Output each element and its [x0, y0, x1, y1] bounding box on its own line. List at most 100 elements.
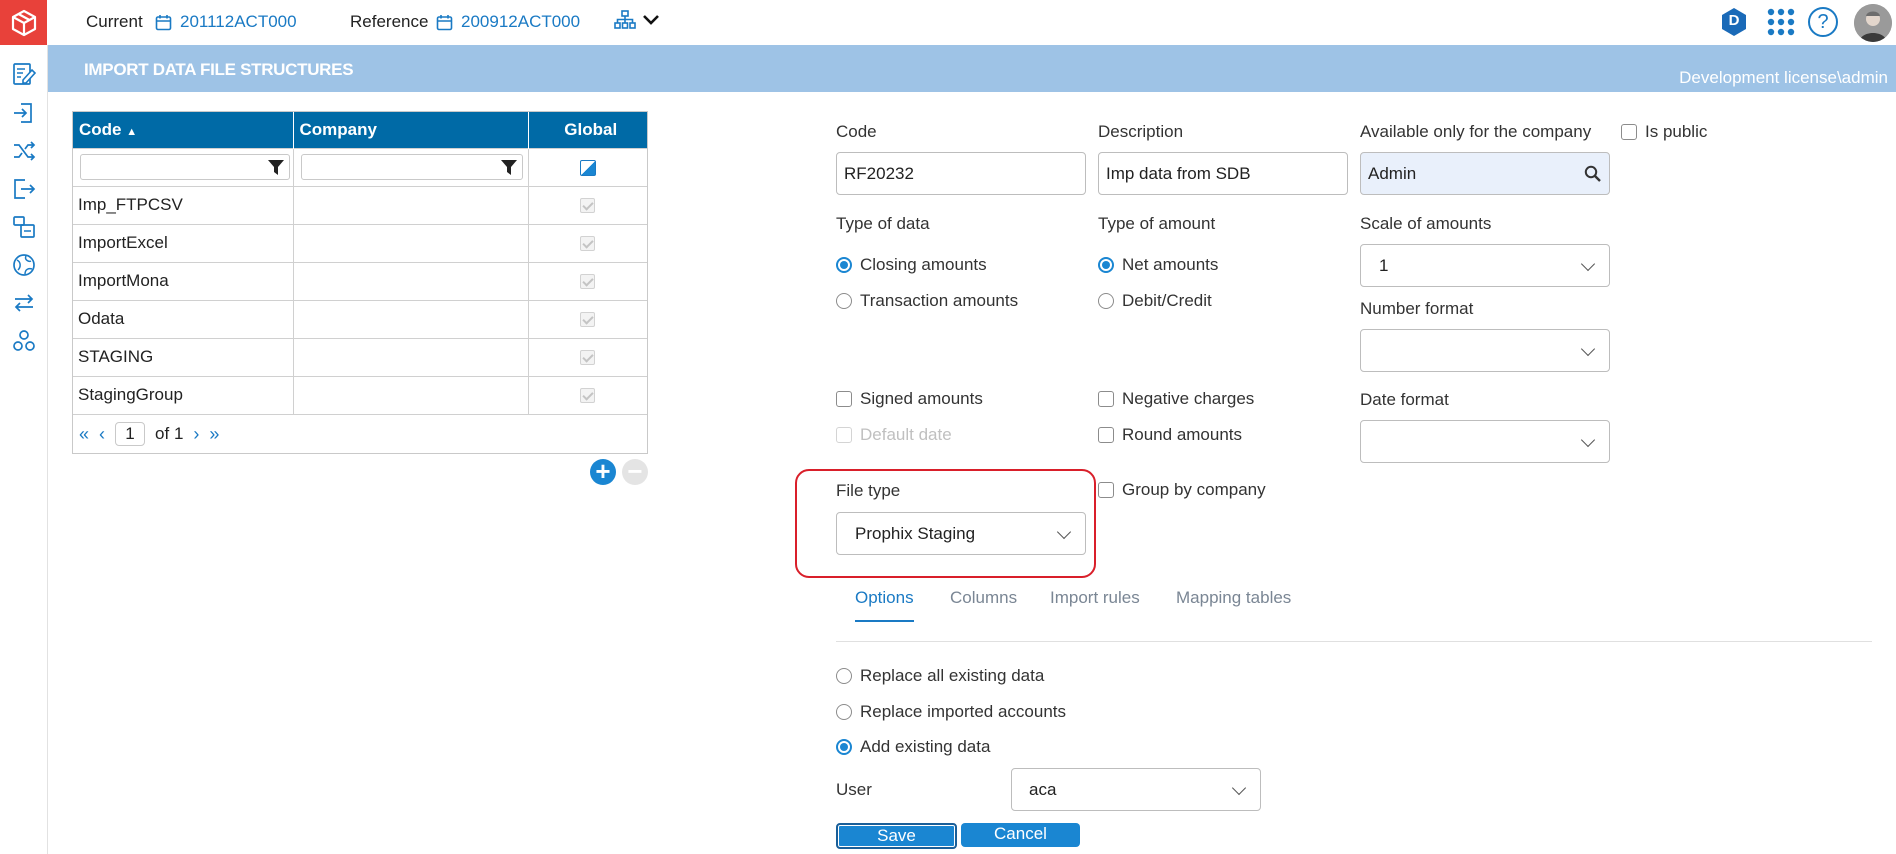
round-amounts-checkbox[interactable] — [1098, 427, 1114, 443]
company-search-input[interactable]: Admin — [1360, 152, 1610, 195]
column-header-global[interactable]: Global — [528, 112, 647, 148]
negative-charges-checkbox[interactable] — [1098, 391, 1114, 407]
column-header-code[interactable]: Code ▲ — [73, 112, 294, 148]
save-button[interactable]: Save — [836, 823, 957, 849]
import-icon[interactable] — [12, 101, 36, 125]
scale-value: 1 — [1379, 256, 1389, 275]
number-format-label: Number format — [1360, 299, 1474, 318]
column-header-company[interactable]: Company — [293, 112, 529, 148]
replace-all-option[interactable]: Replace all existing data — [836, 666, 1044, 686]
debit-credit-radio[interactable] — [1098, 293, 1114, 309]
current-period-link[interactable]: 201112ACT000 — [155, 12, 297, 32]
add-existing-radio[interactable] — [836, 739, 852, 755]
transaction-amounts-radio[interactable] — [836, 293, 852, 309]
debit-credit-option[interactable]: Debit/Credit — [1098, 291, 1212, 311]
default-date-option: Default date — [836, 425, 952, 445]
user-avatar[interactable] — [1854, 4, 1892, 42]
replace-all-radio[interactable] — [836, 668, 852, 684]
replace-imported-radio[interactable] — [836, 704, 852, 720]
table-row[interactable]: ImportMona — [73, 261, 647, 300]
row-global-checkbox — [580, 236, 596, 252]
closing-amounts-option[interactable]: Closing amounts — [836, 255, 987, 275]
group-by-company-option[interactable]: Group by company — [1098, 480, 1266, 500]
column-header-code-label: Code — [79, 119, 122, 139]
tab-columns[interactable]: Columns — [950, 588, 1017, 608]
next-page-icon[interactable]: › — [193, 424, 199, 445]
company-label: Available only for the company — [1360, 122, 1592, 141]
add-row-icon[interactable]: + — [590, 458, 616, 485]
table-row[interactable]: Odata — [73, 299, 647, 338]
is-public-checkbox[interactable] — [1621, 124, 1637, 140]
tab-options[interactable]: Options — [855, 588, 914, 622]
replace-imported-option[interactable]: Replace imported accounts — [836, 702, 1066, 722]
reference-period-link[interactable]: 200912ACT000 — [436, 12, 580, 32]
table-row[interactable]: STAGING — [73, 337, 647, 376]
description-input[interactable]: Imp data from SDB — [1098, 152, 1348, 195]
table-row[interactable]: Imp_FTPCSV — [73, 185, 647, 224]
code-input[interactable]: RF20232 — [836, 152, 1086, 195]
export-icon[interactable] — [12, 177, 36, 201]
first-page-icon[interactable]: « — [79, 424, 89, 445]
file-type-select[interactable]: Prophix Staging — [836, 512, 1086, 555]
edit-report-icon[interactable] — [12, 62, 37, 86]
row-global-checkbox — [580, 198, 596, 214]
round-amounts-option[interactable]: Round amounts — [1098, 425, 1242, 445]
date-format-select[interactable] — [1360, 420, 1610, 463]
cluster-icon[interactable] — [12, 329, 36, 353]
chevron-down-icon — [1580, 341, 1596, 357]
app-logo[interactable] — [0, 0, 47, 45]
left-rail — [0, 45, 48, 854]
last-page-icon[interactable]: » — [209, 424, 219, 445]
add-existing-option[interactable]: Add existing data — [836, 737, 990, 757]
pager-total: 1 — [173, 424, 184, 443]
hierarchy-dropdown[interactable] — [614, 10, 660, 30]
cancel-button[interactable]: Cancel — [961, 823, 1080, 847]
number-format-select[interactable] — [1360, 329, 1610, 372]
globe-icon[interactable] — [12, 253, 36, 277]
date-format-label: Date format — [1360, 390, 1449, 409]
filter-icon[interactable] — [500, 160, 517, 180]
group-by-company-checkbox[interactable] — [1098, 482, 1114, 498]
company-value: Admin — [1368, 164, 1417, 183]
tab-import-rules[interactable]: Import rules — [1050, 588, 1140, 608]
is-public-option[interactable]: Is public — [1621, 122, 1707, 142]
user-select[interactable]: aca — [1011, 768, 1261, 811]
structure-icon[interactable] — [12, 215, 36, 239]
net-amounts-option[interactable]: Net amounts — [1098, 255, 1218, 275]
remove-row-icon[interactable]: − — [622, 458, 648, 485]
transaction-amounts-option[interactable]: Transaction amounts — [836, 291, 1018, 311]
apps-grid-icon[interactable] — [1766, 7, 1796, 42]
row-global-checkbox — [580, 274, 596, 290]
company-filter-input[interactable] — [300, 154, 523, 180]
net-amounts-radio[interactable] — [1098, 257, 1114, 273]
cube-logo-icon — [11, 9, 36, 36]
row-code: STAGING — [73, 337, 294, 376]
signed-amounts-checkbox[interactable] — [836, 391, 852, 407]
type-of-amount-label: Type of amount — [1098, 214, 1216, 233]
code-filter-input[interactable] — [80, 154, 290, 180]
scale-select[interactable]: 1 — [1360, 244, 1610, 287]
shuffle-icon[interactable] — [12, 139, 36, 163]
reference-label: Reference — [350, 12, 429, 31]
current-period-value: 201112ACT000 — [180, 12, 297, 31]
closing-amounts-radio[interactable] — [836, 257, 852, 273]
page-number-input[interactable]: 1 — [115, 422, 146, 446]
table-row[interactable]: ImportExcel — [73, 223, 647, 262]
license-info: Development license\admin — [1679, 68, 1888, 87]
negative-charges-option[interactable]: Negative charges — [1098, 389, 1254, 409]
row-company — [293, 337, 529, 376]
chevron-down-icon — [1056, 524, 1072, 540]
negative-charges-label: Negative charges — [1122, 389, 1255, 408]
search-icon[interactable] — [1584, 165, 1601, 187]
filter-icon[interactable] — [268, 160, 284, 180]
table-row[interactable]: StagingGroup — [73, 375, 647, 414]
d-badge-icon[interactable]: D — [1720, 7, 1748, 37]
global-filter-checkbox[interactable] — [579, 159, 596, 176]
previous-page-icon[interactable]: ‹ — [99, 424, 105, 445]
help-icon[interactable]: ? — [1808, 7, 1838, 37]
replace-imported-label: Replace imported accounts — [860, 702, 1067, 721]
debit-credit-label: Debit/Credit — [1122, 291, 1212, 310]
signed-amounts-option[interactable]: Signed amounts — [836, 389, 983, 409]
tab-mapping-tables[interactable]: Mapping tables — [1176, 588, 1291, 608]
swap-icon[interactable] — [12, 291, 36, 315]
